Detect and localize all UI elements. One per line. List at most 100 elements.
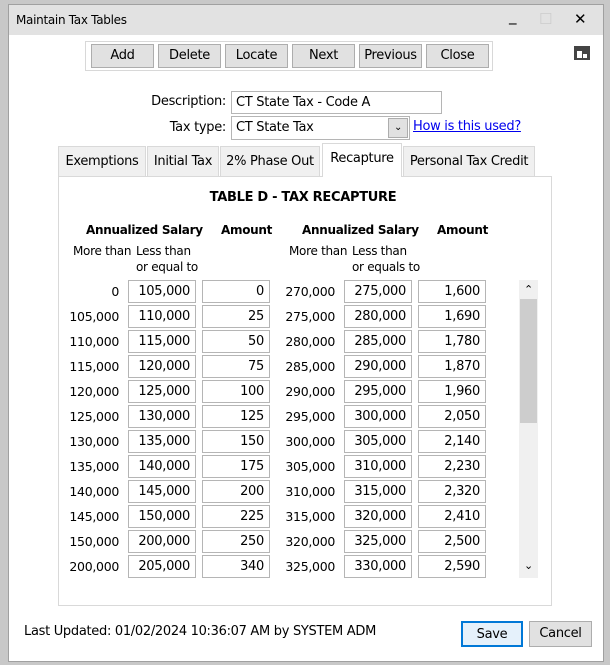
recapture-panel: TABLE D - TAX RECAPTURE Annualized Salar…: [58, 176, 552, 606]
right-less-than-input[interactable]: 280,000: [344, 305, 412, 328]
right-more-than: 325,000: [285, 559, 335, 574]
tab-recapture[interactable]: Recapture: [322, 143, 402, 177]
left-amount-input[interactable]: 200: [202, 480, 270, 503]
tax-type-select[interactable]: CT State Tax ⌄: [231, 116, 410, 140]
locate-button[interactable]: Locate: [225, 44, 288, 68]
right-less-than-input[interactable]: 300,000: [344, 405, 412, 428]
layout-icon[interactable]: [574, 46, 590, 60]
table-title: TABLE D - TAX RECAPTURE: [209, 190, 397, 205]
right-amount-input[interactable]: 2,140: [418, 430, 486, 453]
right-more-than: 275,000: [285, 309, 335, 324]
cancel-button[interactable]: Cancel: [529, 621, 592, 647]
tab-personal-tax-credit[interactable]: Personal Tax Credit: [403, 146, 535, 177]
close-window-button[interactable]: ✕: [574, 10, 587, 28]
left-more-than: 145,000: [69, 509, 119, 524]
left-more-than: 110,000: [69, 334, 119, 349]
toolbar: Add Delete Locate Next Previous Close: [85, 41, 493, 71]
right-less-than-input[interactable]: 305,000: [344, 430, 412, 453]
left-less-than-input[interactable]: 145,000: [128, 480, 196, 503]
minimize-button[interactable]: _: [509, 7, 517, 25]
scrollbar[interactable]: ⌃ ⌄: [519, 280, 538, 578]
left-more-than: 120,000: [69, 384, 119, 399]
right-less-than-input[interactable]: 315,000: [344, 480, 412, 503]
right-more-than: 290,000: [285, 384, 335, 399]
left-more-than: 150,000: [69, 534, 119, 549]
chevron-down-icon[interactable]: ⌄: [388, 118, 408, 138]
right-amount-header: Amount: [437, 223, 489, 237]
title-bar: Maintain Tax Tables _ ☐ ✕: [9, 5, 603, 35]
right-amount-input[interactable]: 2,590: [418, 555, 486, 578]
tab-exemptions[interactable]: Exemptions: [58, 146, 146, 177]
left-less-than-input[interactable]: 110,000: [128, 305, 196, 328]
left-less-than-input[interactable]: 125,000: [128, 380, 196, 403]
save-button[interactable]: Save: [461, 621, 523, 647]
right-less-than-input[interactable]: 320,000: [344, 505, 412, 528]
left-less-than-input[interactable]: 135,000: [128, 430, 196, 453]
right-amount-input[interactable]: 2,410: [418, 505, 486, 528]
right-less-than-input[interactable]: 310,000: [344, 455, 412, 478]
left-more-than: 115,000: [69, 359, 119, 374]
left-amount-input[interactable]: 340: [202, 555, 270, 578]
left-less-than-input[interactable]: 140,000: [128, 455, 196, 478]
left-less-than-input[interactable]: 120,000: [128, 355, 196, 378]
right-more-than: 270,000: [285, 284, 335, 299]
scroll-down-icon[interactable]: ⌄: [519, 560, 538, 578]
right-amount-input[interactable]: 1,780: [418, 330, 486, 353]
left-amount-input[interactable]: 0: [202, 280, 270, 303]
left-amount-input[interactable]: 150: [202, 430, 270, 453]
right-amount-input[interactable]: 1,600: [418, 280, 486, 303]
left-amount-input[interactable]: 250: [202, 530, 270, 553]
left-salary-header: Annualized Salary: [86, 223, 203, 237]
tab-2-phase-out[interactable]: 2% Phase Out: [220, 146, 320, 177]
right-less-than-input[interactable]: 285,000: [344, 330, 412, 353]
right-more-than-header: More than: [289, 244, 348, 258]
right-less-than-input[interactable]: 325,000: [344, 530, 412, 553]
tab-initial-tax[interactable]: Initial Tax: [147, 146, 219, 177]
left-amount-input[interactable]: 50: [202, 330, 270, 353]
left-amount-input[interactable]: 25: [202, 305, 270, 328]
description-label: Description:: [151, 94, 226, 109]
right-amount-input[interactable]: 2,500: [418, 530, 486, 553]
left-less-than-input[interactable]: 105,000: [128, 280, 196, 303]
left-amount-input[interactable]: 100: [202, 380, 270, 403]
previous-button[interactable]: Previous: [359, 44, 422, 68]
right-less-than-input[interactable]: 295,000: [344, 380, 412, 403]
right-more-than: 280,000: [285, 334, 335, 349]
left-amount-input[interactable]: 175: [202, 455, 270, 478]
right-amount-input[interactable]: 2,050: [418, 405, 486, 428]
left-more-than: 105,000: [69, 309, 119, 324]
right-more-than: 315,000: [285, 509, 335, 524]
close-button[interactable]: Close: [426, 44, 489, 68]
left-less-than-input[interactable]: 150,000: [128, 505, 196, 528]
left-amount-input[interactable]: 75: [202, 355, 270, 378]
add-button[interactable]: Add: [91, 44, 154, 68]
right-less-than-input[interactable]: 275,000: [344, 280, 412, 303]
how-is-this-used-link[interactable]: How is this used?: [413, 119, 521, 134]
next-button[interactable]: Next: [292, 44, 355, 68]
right-amount-input[interactable]: 2,320: [418, 480, 486, 503]
right-amount-input[interactable]: 2,230: [418, 455, 486, 478]
left-amount-input[interactable]: 225: [202, 505, 270, 528]
left-less-than-input[interactable]: 130,000: [128, 405, 196, 428]
maximize-button[interactable]: ☐: [539, 10, 552, 28]
left-amount-input[interactable]: 125: [202, 405, 270, 428]
right-more-than: 310,000: [285, 484, 335, 499]
right-amount-input[interactable]: 1,870: [418, 355, 486, 378]
left-more-than: 135,000: [69, 459, 119, 474]
left-less-than-input[interactable]: 205,000: [128, 555, 196, 578]
delete-button[interactable]: Delete: [158, 44, 221, 68]
right-amount-input[interactable]: 1,960: [418, 380, 486, 403]
left-less-than-header-2: or equal to: [136, 260, 198, 274]
left-less-than-input[interactable]: 200,000: [128, 530, 196, 553]
right-less-than-input[interactable]: 330,000: [344, 555, 412, 578]
right-less-than-input[interactable]: 290,000: [344, 355, 412, 378]
description-input[interactable]: CT State Tax - Code A: [231, 91, 442, 114]
scroll-up-icon[interactable]: ⌃: [519, 280, 538, 298]
right-amount-input[interactable]: 1,690: [418, 305, 486, 328]
scrollbar-thumb[interactable]: [520, 299, 537, 423]
left-less-than-header: Less than: [136, 244, 191, 258]
left-more-than: 200,000: [69, 559, 119, 574]
left-less-than-input[interactable]: 115,000: [128, 330, 196, 353]
right-more-than: 285,000: [285, 359, 335, 374]
maintain-tax-tables-window: Maintain Tax Tables _ ☐ ✕ Add Delete Loc…: [8, 4, 604, 662]
